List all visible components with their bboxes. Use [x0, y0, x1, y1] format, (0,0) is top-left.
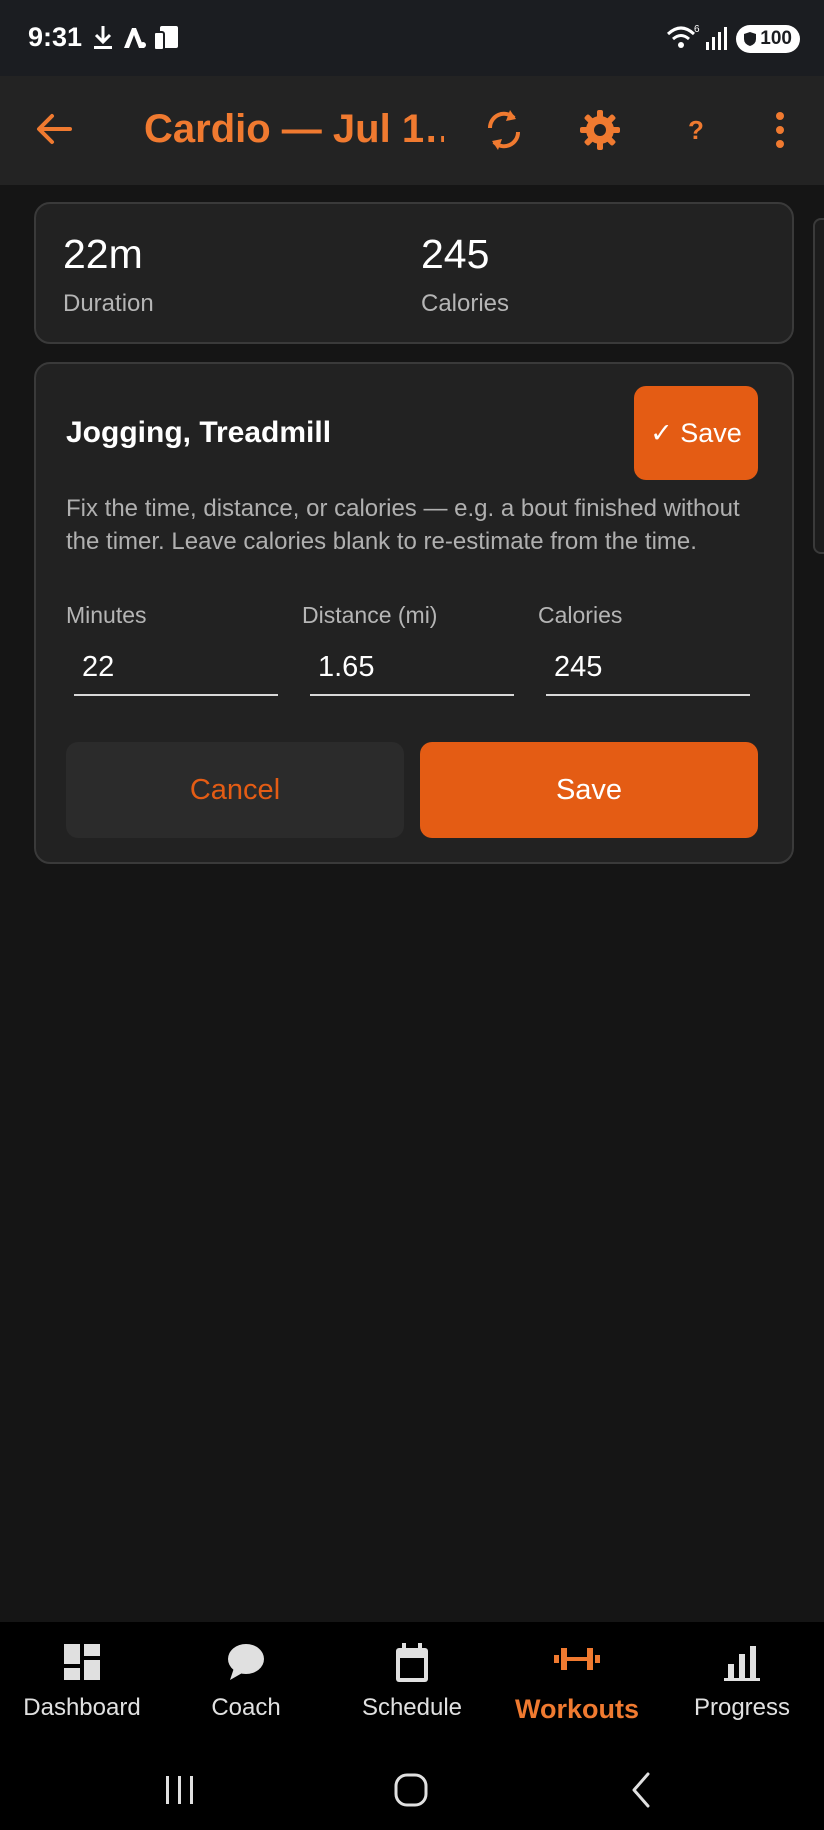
adjacent-page-edge: [813, 218, 824, 554]
recent-apps-icon[interactable]: [160, 1770, 200, 1810]
nav-coach-label: Coach: [211, 1694, 281, 1721]
distance-label: Distance (mi): [302, 602, 438, 628]
exercise-edit-card: Jogging, Treadmill ✓ Save Fix the time, …: [34, 362, 794, 864]
nav-schedule-label: Schedule: [361, 1694, 463, 1721]
calories-value: 245: [421, 231, 490, 277]
bottom-navigation: Dashboard Coach Schedule Workouts Progre…: [0, 1622, 824, 1750]
nav-dashboard[interactable]: Dashboard: [0, 1622, 164, 1750]
nav-schedule[interactable]: Schedule: [330, 1622, 494, 1750]
minutes-label: Minutes: [66, 602, 147, 628]
nav-dashboard-label: Dashboard: [23, 1694, 141, 1721]
battery-indicator: 100: [736, 25, 800, 53]
dashboard-icon: [64, 1644, 100, 1680]
system-navigation-bar: [0, 1750, 824, 1830]
download-icon: [94, 26, 112, 49]
screen: 9:31 6 100 Cardio — Jul 1… ? 22m Duratio…: [0, 0, 824, 1830]
overflow-menu-button[interactable]: [752, 102, 808, 158]
distance-input[interactable]: 1.65: [310, 644, 514, 696]
save-button[interactable]: Save: [420, 742, 758, 838]
help-icon: ?: [688, 114, 704, 145]
nav-progress-label: Progress: [693, 1694, 791, 1721]
calories-field-label: Calories: [538, 602, 623, 628]
calories-label: Calories: [421, 290, 510, 317]
devices-icon: [153, 26, 178, 51]
nav-workouts[interactable]: Workouts: [495, 1622, 659, 1750]
sync-icon: [487, 110, 521, 150]
back-arrow-icon[interactable]: [30, 104, 80, 154]
shield-icon: [744, 32, 757, 46]
battery-level: 100: [760, 28, 792, 49]
app-notification-icon: [124, 28, 146, 48]
calories-input[interactable]: 245: [546, 644, 750, 696]
bar-chart-icon: [724, 1646, 760, 1681]
app-bar: Cardio — Jul 1… ?: [0, 76, 824, 185]
signal-icon: [706, 27, 727, 50]
calendar-icon: [396, 1643, 428, 1682]
status-bar: 9:31 6 100: [0, 0, 824, 76]
gear-icon: [580, 110, 620, 150]
summary-card: 22m Duration 245 Calories: [34, 202, 794, 344]
nav-progress[interactable]: Progress: [660, 1622, 824, 1750]
cancel-button[interactable]: Cancel: [66, 742, 404, 838]
more-vert-icon: [776, 112, 784, 148]
sync-button[interactable]: [476, 102, 532, 158]
dumbbell-icon: [554, 1648, 600, 1670]
save-chip-button[interactable]: ✓ Save: [634, 386, 758, 480]
help-text: Fix the time, distance, or calories — e.…: [66, 495, 740, 555]
duration-value: 22m: [63, 231, 143, 277]
exercise-name: Jogging, Treadmill: [66, 416, 332, 449]
wifi-icon: 6: [666, 24, 700, 48]
settings-button[interactable]: [572, 102, 628, 158]
help-button[interactable]: ?: [668, 102, 724, 158]
minutes-input[interactable]: 22: [74, 644, 278, 696]
svg-text:6: 6: [694, 24, 700, 35]
home-icon[interactable]: [391, 1770, 431, 1810]
duration-label: Duration: [63, 290, 154, 317]
nav-coach[interactable]: Coach: [164, 1622, 328, 1750]
page-title: Cardio — Jul 1…: [144, 107, 444, 151]
nav-workouts-label: Workouts: [514, 1694, 639, 1724]
back-nav-icon[interactable]: [622, 1770, 662, 1810]
status-time: 9:31: [28, 22, 83, 52]
chat-bubble-icon: [228, 1644, 264, 1680]
